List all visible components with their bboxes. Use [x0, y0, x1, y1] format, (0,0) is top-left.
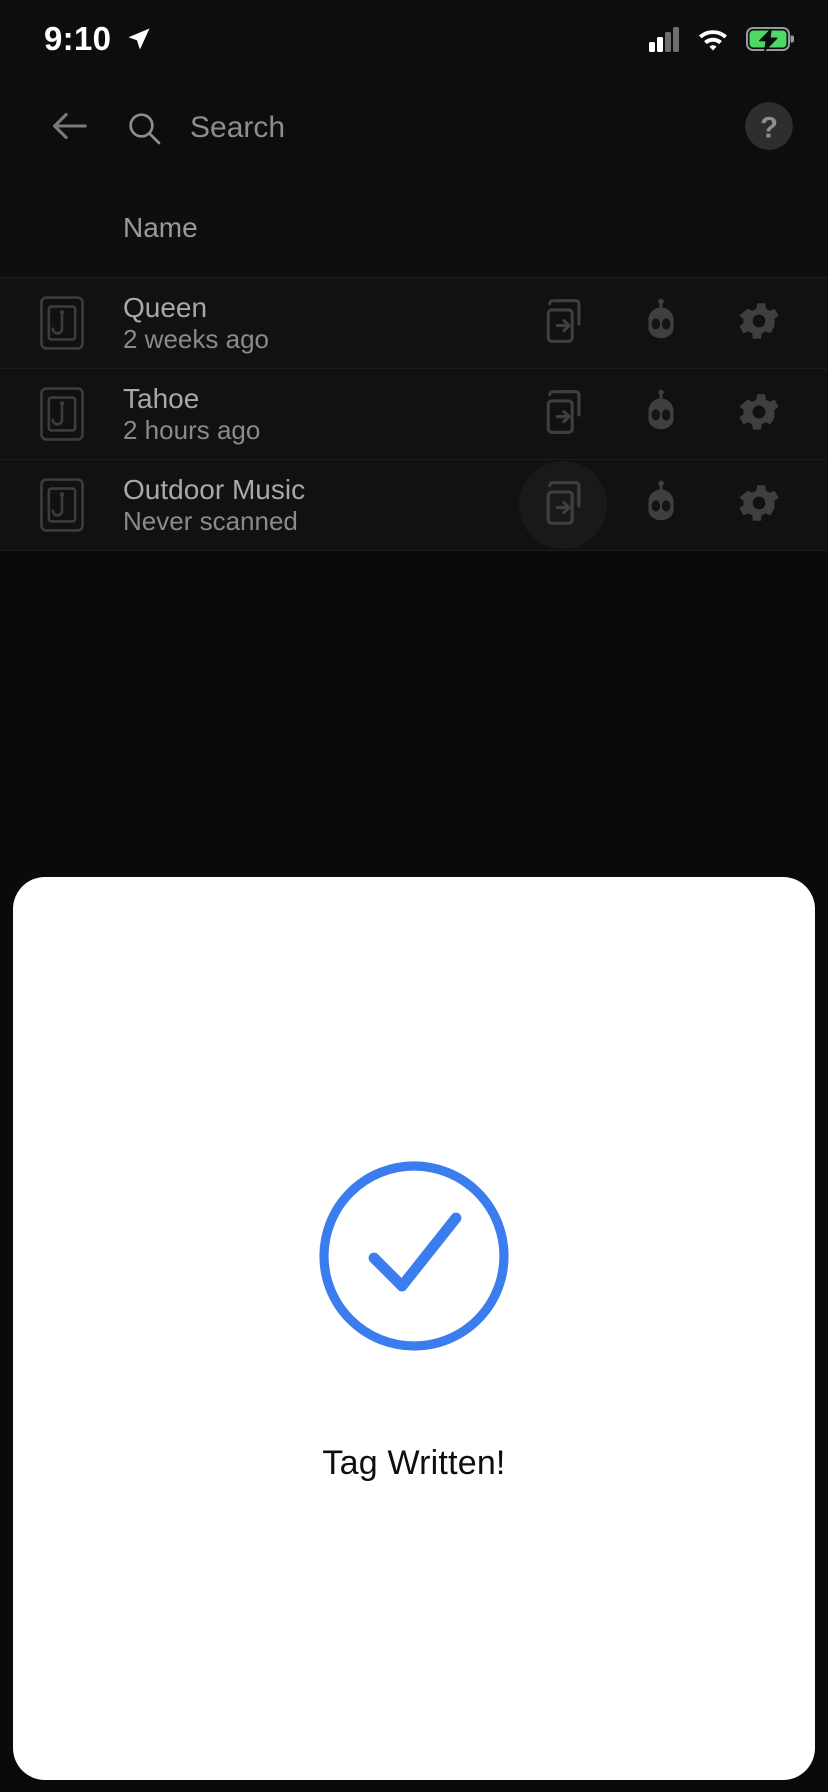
- cellular-signal-icon: [648, 26, 680, 52]
- gear-icon: [734, 478, 784, 533]
- robot-icon: [637, 297, 685, 350]
- tag-last-scanned: 2 weeks ago: [123, 324, 269, 355]
- gear-icon: [734, 387, 784, 442]
- settings-button[interactable]: [710, 278, 808, 369]
- column-header-name: Name: [123, 211, 198, 243]
- table-row[interactable]: Queen 2 weeks ago: [0, 278, 828, 369]
- nfc-tag-icon: [0, 386, 123, 442]
- row-actions: [514, 460, 828, 551]
- table-row[interactable]: Outdoor Music Never scanned: [0, 460, 828, 551]
- phone-screen: 9:10 Search ? Name Queen 2 weeks ago Tah…: [0, 0, 828, 1792]
- write-to-tag-icon: [539, 479, 587, 532]
- automation-button[interactable]: [612, 460, 710, 551]
- status-bar: 9:10: [0, 0, 828, 78]
- automation-button[interactable]: [612, 278, 710, 369]
- write-to-tag-icon: [539, 297, 587, 350]
- check-circle-icon: [314, 1156, 514, 1356]
- tag-last-scanned: Never scanned: [123, 506, 298, 537]
- tag-info: Tahoe 2 hours ago: [123, 382, 514, 446]
- write-to-tag-icon: [539, 388, 587, 441]
- tag-name: Tahoe: [123, 382, 200, 414]
- list-column-header: Name: [0, 178, 828, 278]
- search-input[interactable]: [190, 111, 740, 145]
- location-arrow-icon: [125, 25, 153, 53]
- robot-icon: [637, 388, 685, 441]
- status-bar-right: [648, 26, 794, 52]
- help-button[interactable]: ?: [740, 99, 798, 157]
- tag-written-dialog[interactable]: Tag Written!: [13, 877, 815, 1780]
- status-bar-left: 9:10: [44, 20, 153, 58]
- row-actions: [514, 278, 828, 369]
- tag-name: Queen: [123, 291, 208, 323]
- write-to-tag-button[interactable]: [514, 278, 612, 369]
- table-row[interactable]: Tahoe 2 hours ago: [0, 369, 828, 460]
- nfc-tag-icon: [0, 477, 123, 533]
- help-circle-icon: ?: [743, 100, 795, 157]
- back-button[interactable]: [38, 96, 102, 160]
- search-icon: [124, 108, 164, 148]
- write-to-tag-button[interactable]: [514, 460, 612, 551]
- robot-icon: [637, 479, 685, 532]
- wifi-icon: [696, 26, 730, 52]
- automation-button[interactable]: [612, 369, 710, 460]
- status-bar-clock: 9:10: [44, 20, 112, 57]
- back-arrow-icon: [47, 103, 93, 154]
- settings-button[interactable]: [710, 369, 808, 460]
- write-to-tag-button[interactable]: [514, 369, 612, 460]
- row-actions: [514, 369, 828, 460]
- tag-last-scanned: 2 hours ago: [123, 415, 261, 446]
- tag-name: Outdoor Music: [123, 473, 306, 505]
- tag-info: Outdoor Music Never scanned: [123, 473, 514, 537]
- gear-icon: [734, 296, 784, 351]
- dialog-message: Tag Written!: [322, 1444, 506, 1482]
- battery-charging-icon: [746, 26, 794, 52]
- tag-info: Queen 2 weeks ago: [123, 291, 514, 355]
- search-bar[interactable]: [124, 108, 740, 148]
- svg-text:?: ?: [760, 112, 778, 144]
- app-bar: ?: [0, 78, 828, 178]
- settings-button[interactable]: [710, 460, 808, 551]
- dialog-content: Tag Written!: [314, 1156, 514, 1483]
- tag-list: Queen 2 weeks ago Tahoe 2 hours ago Outd…: [0, 278, 828, 551]
- nfc-tag-icon: [0, 295, 123, 351]
